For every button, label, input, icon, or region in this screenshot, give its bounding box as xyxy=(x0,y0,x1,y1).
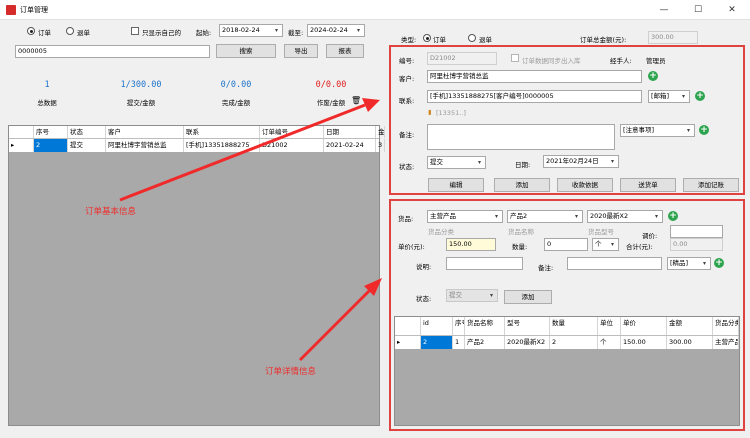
remark-label: 说明: xyxy=(416,263,432,271)
handler-label: 经手人: xyxy=(610,57,632,65)
column-header[interactable]: 序号 xyxy=(453,317,465,335)
quantity-label: 数量: xyxy=(512,243,528,251)
column-header[interactable]: 单位 xyxy=(598,317,621,335)
detail-grid-header: id序号货品名称型号数量单位单价金额货品分类 xyxy=(395,317,739,336)
quality-select[interactable]: [精品] ▾ xyxy=(667,257,711,270)
price-field[interactable]: 150.00 xyxy=(446,238,496,251)
hint-model: 货品型号 xyxy=(588,228,614,236)
note-textarea[interactable] xyxy=(427,124,615,150)
chevron-down-icon: ▾ xyxy=(681,93,685,100)
product-model-select[interactable]: 2020最新X2 ▾ xyxy=(587,210,663,223)
date-label: 日期: xyxy=(515,161,531,169)
chevron-down-icon: ▾ xyxy=(686,127,690,134)
customer-field[interactable]: 阿里杜博宇营销总监 xyxy=(427,70,642,83)
detail-note-label: 备注: xyxy=(538,264,554,272)
chevron-down-icon: ▾ xyxy=(477,159,481,166)
table-cell[interactable]: 150.00 xyxy=(621,336,667,349)
contact-label: 联系: xyxy=(399,97,415,105)
row-indicator[interactable]: ▸ xyxy=(395,336,421,349)
column-header[interactable]: id xyxy=(421,317,453,335)
hint-category: 货品分类 xyxy=(428,228,454,236)
add-quality-plus-icon[interactable]: + xyxy=(714,258,724,268)
adjust-price-field[interactable] xyxy=(670,225,723,238)
add-product-plus-icon[interactable]: + xyxy=(668,211,678,221)
column-header[interactable]: 货品名称 xyxy=(465,317,505,335)
status-label: 状态: xyxy=(399,163,415,171)
sum-label: 合计(元): xyxy=(626,243,653,251)
note-label: 备注: xyxy=(399,131,415,139)
type-return-label: 退单 xyxy=(479,36,492,44)
type-label: 类型: xyxy=(401,36,417,44)
add-detail-button[interactable]: 添加 xyxy=(504,290,552,304)
contact-field[interactable]: [手机]13351888275[客户编号]0000005 xyxy=(427,90,642,103)
remark-field[interactable] xyxy=(446,257,523,270)
table-cell[interactable]: 2 xyxy=(421,336,453,349)
order-date-picker[interactable]: 2021年02月24日 ▾ xyxy=(543,155,619,168)
hint-name: 货品名称 xyxy=(508,228,534,236)
handler-value: 管理员 xyxy=(646,57,666,65)
total-amount-field: 300.00 xyxy=(648,31,698,44)
table-cell[interactable]: 300.00 xyxy=(667,336,713,349)
detail-grid[interactable]: id序号货品名称型号数量单位单价金额货品分类 ▸21产品22020最新X22个1… xyxy=(394,316,740,426)
product-name-select[interactable]: 产品2 ▾ xyxy=(507,210,583,223)
adjust-price-label: 调价: xyxy=(642,232,658,240)
order-action-button[interactable]: 编辑 xyxy=(428,178,484,192)
status-select[interactable]: 提交 ▾ xyxy=(427,156,486,169)
code-field: D21002 xyxy=(427,52,497,65)
column-header[interactable] xyxy=(395,317,421,335)
order-info-panel xyxy=(389,45,745,195)
product-label: 货品: xyxy=(398,215,414,223)
table-cell[interactable]: 1 xyxy=(453,336,465,349)
chevron-down-icon: ▾ xyxy=(489,292,493,299)
order-action-button[interactable]: 添加记账 xyxy=(683,178,739,192)
table-cell[interactable]: 2020最新X2 xyxy=(505,336,550,349)
order-action-button[interactable]: 收款依据 xyxy=(557,178,613,192)
table-cell[interactable]: 主营产品 xyxy=(713,336,739,349)
chevron-down-icon: ▾ xyxy=(610,158,614,165)
customer-label: 客户: xyxy=(399,75,415,83)
sync-stock-label: 订单数据同步出入库 xyxy=(522,57,581,65)
detail-status-label: 状态: xyxy=(416,295,432,303)
chevron-down-icon: ▾ xyxy=(494,213,498,220)
column-header[interactable]: 金额 xyxy=(667,317,713,335)
chevron-down-icon: ▾ xyxy=(574,213,578,220)
detail-status-select: 提交 ▾ xyxy=(446,289,498,302)
column-header[interactable]: 数量 xyxy=(550,317,598,335)
table-cell[interactable]: 产品2 xyxy=(465,336,505,349)
add-contact-plus-icon[interactable]: + xyxy=(695,91,705,101)
unit-select[interactable]: 个 ▾ xyxy=(592,238,619,251)
table-cell[interactable]: 个 xyxy=(598,336,621,349)
code-label: 编号: xyxy=(399,57,415,65)
phone-hint: [13351..] xyxy=(436,109,466,117)
note-type-select[interactable]: [注意事项] ▾ xyxy=(620,124,695,137)
arrow-line-detail xyxy=(298,288,372,362)
chevron-down-icon: ▾ xyxy=(610,241,614,248)
order-action-button[interactable]: 送货单 xyxy=(620,178,676,192)
chevron-down-icon: ▾ xyxy=(654,213,658,220)
phone-icon: ▮ xyxy=(428,108,432,116)
product-category-select[interactable]: 主营产品 ▾ xyxy=(427,210,503,223)
add-note-plus-icon[interactable]: + xyxy=(699,125,709,135)
order-action-button[interactable]: 添加 xyxy=(494,178,550,192)
chevron-down-icon: ▾ xyxy=(702,260,706,267)
column-header[interactable]: 单价 xyxy=(621,317,667,335)
type-return-radio[interactable] xyxy=(468,34,476,42)
contact-type-select[interactable]: [邮箱] ▾ xyxy=(648,90,690,103)
column-header[interactable]: 货品分类 xyxy=(713,317,739,335)
price-label: 单价(元): xyxy=(398,243,425,251)
detail-note-field[interactable] xyxy=(567,257,662,270)
table-row[interactable]: ▸ 2 1 产品2 2020最新X2 2 个 150.00 300.00 主营产品 xyxy=(395,336,739,349)
arrow-line-basic xyxy=(119,103,366,202)
add-customer-plus-icon[interactable]: + xyxy=(648,71,658,81)
sync-stock-checkbox[interactable] xyxy=(511,54,519,62)
type-order-label: 订单 xyxy=(433,36,446,44)
table-cell[interactable]: 2 xyxy=(550,336,598,349)
quantity-field[interactable]: 0 xyxy=(544,238,588,251)
column-header[interactable]: 型号 xyxy=(505,317,550,335)
sum-field: 0.00 xyxy=(670,238,723,251)
total-amount-label: 订单总金额(元): xyxy=(580,36,627,44)
type-order-radio[interactable] xyxy=(423,34,431,42)
